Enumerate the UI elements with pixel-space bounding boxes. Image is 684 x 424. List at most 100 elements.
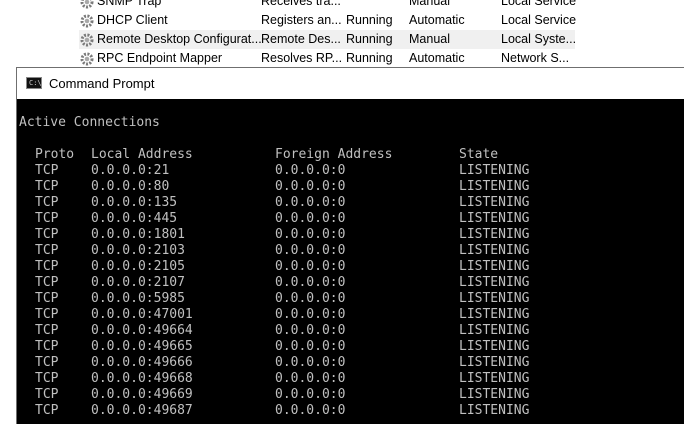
conn-proto: TCP (35, 195, 59, 210)
conn-proto: TCP (35, 211, 59, 226)
window-title: Command Prompt (49, 76, 155, 91)
conn-state: LISTENING (459, 163, 530, 178)
command-prompt-icon: C:\ (26, 77, 42, 89)
service-row[interactable]: DHCP Client Registers an... Running Auto… (0, 11, 684, 30)
conn-proto: TCP (35, 371, 59, 386)
conn-local-address: 0.0.0.0:49665 (91, 339, 193, 354)
conn-foreign-address: 0.0.0.0:0 (275, 227, 346, 242)
conn-foreign-address: 0.0.0.0:0 (275, 355, 346, 370)
conn-proto: TCP (35, 275, 59, 290)
conn-foreign-address: 0.0.0.0:0 (275, 179, 346, 194)
command-prompt-window[interactable]: C:\ Command Prompt Active Connections Pr… (16, 67, 684, 424)
conn-local-address: 0.0.0.0:47001 (91, 307, 193, 322)
service-row[interactable]: RPC Endpoint Mapper Resolves RP... Runni… (0, 49, 684, 68)
service-startup-type: Manual (409, 0, 450, 8)
conn-state: LISTENING (459, 259, 530, 274)
conn-state: LISTENING (459, 403, 530, 418)
conn-proto: TCP (35, 227, 59, 242)
conn-local-address: 0.0.0.0:5985 (91, 291, 185, 306)
conn-state: LISTENING (459, 355, 530, 370)
gear-icon (80, 33, 94, 47)
service-description: Receives tra... (261, 0, 341, 8)
conn-foreign-address: 0.0.0.0:0 (275, 259, 346, 274)
conn-foreign-address: 0.0.0.0:0 (275, 211, 346, 226)
service-status: Running (346, 51, 393, 65)
conn-state: LISTENING (459, 339, 530, 354)
conn-foreign-address: 0.0.0.0:0 (275, 275, 346, 290)
conn-local-address: 0.0.0.0:2107 (91, 275, 185, 290)
conn-local-address: 0.0.0.0:2103 (91, 243, 185, 258)
service-name: RPC Endpoint Mapper (97, 51, 223, 65)
header-proto: Proto (35, 147, 75, 162)
conn-foreign-address: 0.0.0.0:0 (275, 339, 346, 354)
conn-proto: TCP (35, 163, 59, 178)
conn-local-address: 0.0.0.0:21 (91, 163, 170, 178)
service-status: Running (346, 13, 393, 27)
service-status: Running (346, 32, 393, 46)
conn-foreign-address: 0.0.0.0:0 (275, 243, 346, 258)
conn-state: LISTENING (459, 227, 530, 242)
services-list: SNMP Trap Receives tra... Manual Local S… (0, 0, 684, 68)
service-name: SNMP Trap (97, 0, 162, 8)
conn-local-address: 0.0.0.0:49664 (91, 323, 193, 338)
service-row-selected[interactable]: Remote Desktop Configurat... Remote Des.… (0, 30, 684, 49)
conn-foreign-address: 0.0.0.0:0 (275, 403, 346, 418)
conn-state: LISTENING (459, 371, 530, 386)
service-logon: Local Syste... (501, 32, 577, 46)
conn-proto: TCP (35, 179, 59, 194)
header-foreign-address: Foreign Address (275, 147, 393, 162)
conn-proto: TCP (35, 403, 59, 418)
conn-state: LISTENING (459, 307, 530, 322)
conn-state: LISTENING (459, 243, 530, 258)
conn-proto: TCP (35, 323, 59, 338)
conn-proto: TCP (35, 355, 59, 370)
conn-state: LISTENING (459, 323, 530, 338)
service-startup-type: Manual (409, 32, 450, 46)
conn-foreign-address: 0.0.0.0:0 (275, 307, 346, 322)
service-logon: Network S... (501, 51, 570, 65)
conn-state: LISTENING (459, 179, 530, 194)
conn-foreign-address: 0.0.0.0:0 (275, 371, 346, 386)
conn-local-address: 0.0.0.0:49666 (91, 355, 193, 370)
console-output[interactable]: Active Connections Proto Local Address F… (17, 99, 684, 424)
conn-foreign-address: 0.0.0.0:0 (275, 163, 346, 178)
connections-heading: Active Connections (19, 115, 160, 130)
conn-proto: TCP (35, 307, 59, 322)
gear-icon (80, 14, 94, 28)
conn-proto: TCP (35, 243, 59, 258)
conn-state: LISTENING (459, 211, 530, 226)
service-logon: Local Service (501, 0, 577, 8)
service-startup-type: Automatic (409, 13, 465, 27)
conn-state: LISTENING (459, 387, 530, 402)
conn-local-address: 0.0.0.0:49669 (91, 387, 193, 402)
conn-state: LISTENING (459, 195, 530, 210)
conn-state: LISTENING (459, 291, 530, 306)
conn-local-address: 0.0.0.0:49687 (91, 403, 193, 418)
service-name: Remote Desktop Configurat... (97, 32, 262, 46)
service-description: Registers an... (261, 13, 342, 27)
conn-local-address: 0.0.0.0:445 (91, 211, 178, 226)
conn-local-address: 0.0.0.0:1801 (91, 227, 185, 242)
header-state: State (459, 147, 499, 162)
conn-proto: TCP (35, 339, 59, 354)
header-local-address: Local Address (91, 147, 193, 162)
conn-local-address: 0.0.0.0:80 (91, 179, 170, 194)
service-name: DHCP Client (97, 13, 168, 27)
gear-icon (80, 52, 94, 66)
service-row[interactable]: SNMP Trap Receives tra... Manual Local S… (0, 0, 684, 11)
conn-foreign-address: 0.0.0.0:0 (275, 291, 346, 306)
conn-local-address: 0.0.0.0:135 (91, 195, 178, 210)
conn-state: LISTENING (459, 275, 530, 290)
conn-foreign-address: 0.0.0.0:0 (275, 387, 346, 402)
conn-foreign-address: 0.0.0.0:0 (275, 323, 346, 338)
conn-local-address: 0.0.0.0:49668 (91, 371, 193, 386)
conn-local-address: 0.0.0.0:2105 (91, 259, 185, 274)
service-logon: Local Service (501, 13, 577, 27)
gear-icon (80, 0, 94, 9)
title-bar[interactable]: C:\ Command Prompt (17, 68, 684, 99)
conn-proto: TCP (35, 259, 59, 274)
service-startup-type: Automatic (409, 51, 465, 65)
conn-proto: TCP (35, 291, 59, 306)
service-description: Remote Des... (261, 32, 341, 46)
conn-foreign-address: 0.0.0.0:0 (275, 195, 346, 210)
